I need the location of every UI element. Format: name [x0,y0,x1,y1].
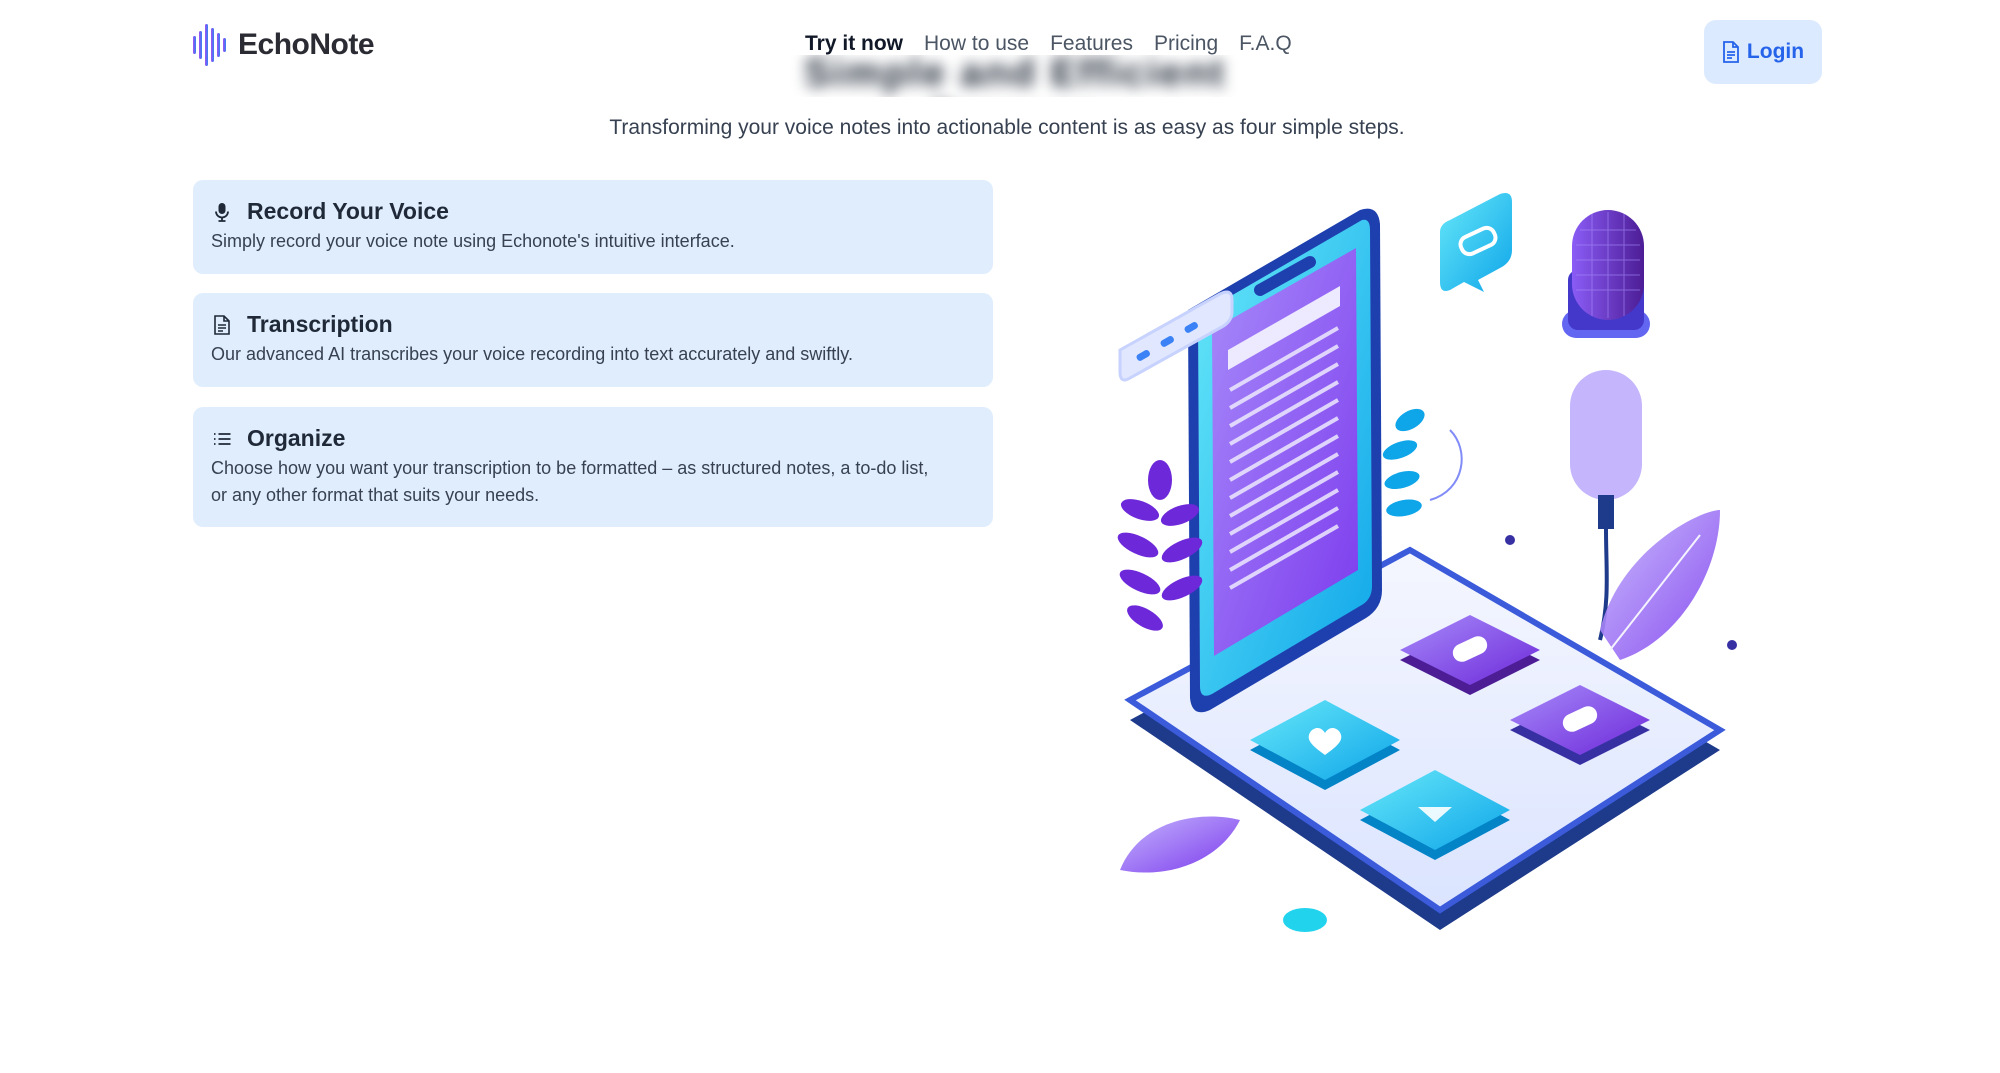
brand-name: EchoNote [238,28,375,61]
document-icon [211,314,233,336]
login-button[interactable]: Login [1704,20,1822,84]
main-nav: Try it now How to use Features Pricing F… [805,32,1292,56]
step-card-record: Record Your Voice Simply record your voi… [193,180,993,274]
step-card-transcription: Transcription Our advanced AI transcribe… [193,293,993,387]
nav-faq[interactable]: F.A.Q [1239,32,1292,56]
message-bubble-icon [1440,193,1512,292]
soundwave-logo-icon [193,24,226,66]
list-icon [211,428,233,450]
step-title: Record Your Voice [247,198,449,224]
phone-microphone-illustration [1117,193,1737,932]
step-description: Our advanced AI transcribes your voice r… [211,344,853,364]
leaf-icon [1600,510,1720,660]
document-icon [1723,41,1739,63]
step-card-organize: Organize Choose how you want your transc… [193,407,993,527]
nav-how-to-use[interactable]: How to use [924,32,1029,56]
step-title: Organize [247,425,346,451]
brand-logo[interactable]: EchoNote [192,22,375,68]
step-title: Transcription [247,311,393,337]
login-label: Login [1746,40,1805,63]
nav-pricing[interactable]: Pricing [1154,32,1218,56]
nav-try-it-now[interactable]: Try it now [805,32,903,56]
section-title-blurred: Simple and Efficient Process [803,55,1227,97]
leaf-icon [1120,816,1240,873]
section-subtitle: Transforming your voice notes into actio… [609,116,1405,139]
plant-icon [1382,408,1425,517]
step-description: Choose how you want your transcription t… [211,458,929,505]
microphone-icon [211,201,233,223]
step-description: Simply record your voice note using Echo… [211,231,735,251]
nav-features[interactable]: Features [1050,32,1133,56]
